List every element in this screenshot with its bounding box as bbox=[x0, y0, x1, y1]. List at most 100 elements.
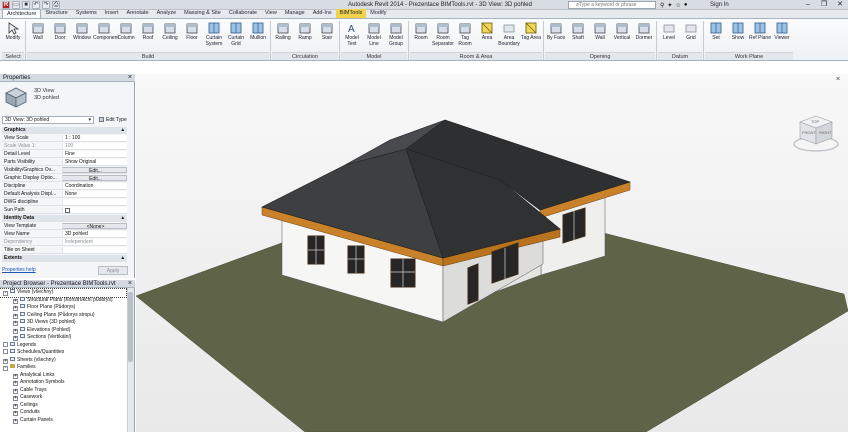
browser-item[interactable]: + Elevations (Pohled) bbox=[0, 326, 126, 335]
property-value[interactable]: Coordination bbox=[62, 183, 127, 190]
browser-scrollbar-thumb[interactable] bbox=[128, 292, 133, 362]
viewcube-front[interactable]: FRONT bbox=[802, 130, 816, 135]
expand-icon[interactable] bbox=[3, 341, 8, 347]
opening-by-face-button[interactable]: By Face bbox=[545, 21, 567, 42]
browser-item[interactable]: - Views (všechny) bbox=[0, 288, 127, 298]
build-wall-button[interactable]: Wall bbox=[27, 21, 49, 42]
build-ceiling-button[interactable]: Ceiling bbox=[159, 21, 181, 42]
expand-icon[interactable]: + bbox=[13, 388, 18, 394]
binoculars-icon[interactable]: ⚲ bbox=[660, 2, 664, 9]
build-window-button[interactable]: Window bbox=[71, 21, 93, 42]
browser-item[interactable]: + Structural Plans (Konstrukční půdorys) bbox=[0, 296, 126, 305]
expand-icon[interactable]: + bbox=[13, 313, 18, 319]
minimize-icon[interactable]: – bbox=[800, 0, 816, 10]
expand-icon[interactable]: - bbox=[3, 291, 8, 296]
save-icon[interactable]: ■ bbox=[22, 1, 30, 9]
browser-item[interactable]: + Annotation Symbols bbox=[0, 379, 126, 387]
browser-item[interactable]: + Conduits bbox=[0, 409, 126, 417]
property-value[interactable] bbox=[62, 247, 127, 254]
property-value[interactable]: Fine bbox=[62, 151, 127, 158]
build-column-button[interactable]: Column bbox=[115, 21, 137, 42]
type-selector[interactable]: 3D View: 3D pohled ▾ bbox=[2, 116, 94, 124]
expand-icon[interactable]: + bbox=[13, 336, 18, 341]
sign-in-button[interactable]: Sign In bbox=[710, 1, 729, 9]
print-icon[interactable]: ⎙ bbox=[52, 1, 60, 9]
tab-massing-site[interactable]: Massing & Site bbox=[180, 9, 225, 18]
browser-item[interactable]: + Ceilings bbox=[0, 402, 126, 410]
tab-architecture[interactable]: Architecture bbox=[2, 9, 42, 18]
browser-item[interactable]: +3D Views (3D pohled) bbox=[0, 319, 126, 327]
property-value[interactable] bbox=[62, 199, 127, 206]
property-value[interactable]: 3D pohled bbox=[62, 231, 127, 238]
tab-annotate[interactable]: Annotate bbox=[123, 9, 153, 18]
tab-structure[interactable]: Structure bbox=[41, 9, 71, 18]
property-value[interactable]: 1 : 100 bbox=[62, 135, 127, 142]
expand-icon[interactable]: + bbox=[13, 373, 18, 379]
build-component-button[interactable]: Component bbox=[93, 21, 119, 42]
collapse-icon[interactable]: ▴ bbox=[121, 127, 124, 133]
properties-help-link[interactable]: Properties help bbox=[2, 267, 36, 274]
expand-icon[interactable]: + bbox=[13, 396, 18, 401]
browser-item[interactable]: Schedules/Quantities bbox=[0, 349, 126, 357]
modify-button[interactable]: Modify bbox=[2, 21, 24, 42]
circulation-ramp-button[interactable]: Ramp bbox=[294, 21, 316, 42]
undo-icon[interactable]: ↶ bbox=[32, 1, 40, 9]
opening-shaft-button[interactable]: Shaft bbox=[567, 21, 589, 42]
tab-bimtools[interactable]: BIMTools bbox=[335, 9, 367, 18]
circulation-railing-button[interactable]: Railing bbox=[272, 21, 294, 42]
browser-item[interactable]: + Curtain Panels bbox=[0, 417, 126, 425]
star-icon[interactable]: ☆ bbox=[675, 2, 680, 9]
room-tag-area-button[interactable]: Tag Area bbox=[520, 21, 542, 42]
expand-icon[interactable]: + bbox=[13, 403, 18, 409]
workplane-show-button[interactable]: Show bbox=[727, 21, 749, 42]
browser-item[interactable]: + Casework bbox=[0, 394, 126, 402]
expand-icon[interactable]: + bbox=[13, 418, 18, 424]
collapse-icon[interactable]: ▴ bbox=[121, 255, 124, 261]
revit-logo-icon[interactable]: R bbox=[2, 1, 10, 9]
browser-item[interactable]: + Sections (Vertikální) bbox=[0, 334, 126, 342]
model-model-text-button[interactable]: A Model Text bbox=[341, 21, 363, 47]
tab-add-ins[interactable]: Add-Ins bbox=[309, 9, 336, 18]
property-edit-button[interactable]: <None> bbox=[62, 223, 127, 230]
expand-icon[interactable]: + bbox=[13, 411, 18, 416]
workplane-set-button[interactable]: Set bbox=[705, 21, 727, 42]
build-mullion-button[interactable]: Mullion bbox=[247, 21, 269, 42]
subscription-icon[interactable]: ✦ bbox=[667, 2, 672, 9]
datum-grid-button[interactable]: Grid bbox=[680, 21, 702, 42]
browser-item[interactable]: - Families bbox=[0, 364, 126, 372]
room-room-separator-button[interactable]: Room Separator bbox=[432, 21, 454, 47]
browser-item[interactable]: + Analytical Links bbox=[0, 372, 126, 380]
restore-icon[interactable]: ❐ bbox=[816, 0, 832, 10]
model-model-group-button[interactable]: Model Group bbox=[385, 21, 407, 47]
tab-modify[interactable]: Modify bbox=[366, 9, 390, 18]
sun-path-checkbox[interactable] bbox=[65, 208, 70, 213]
expand-icon[interactable]: - bbox=[3, 366, 8, 371]
browser-item[interactable]: + Ceiling Plans (Půdorys stropu) bbox=[0, 311, 126, 320]
close-icon[interactable]: × bbox=[128, 280, 132, 288]
expand-icon[interactable]: + bbox=[13, 298, 18, 304]
workplane-viewer-button[interactable]: Viewer bbox=[771, 21, 793, 42]
property-edit-button[interactable]: Edit... bbox=[62, 175, 127, 182]
tab-manage[interactable]: Manage bbox=[281, 9, 309, 18]
viewcube-top[interactable]: TOP bbox=[811, 119, 819, 124]
open-icon[interactable]: ▭ bbox=[12, 1, 20, 9]
build-curtain-system-button[interactable]: Curtain System bbox=[203, 21, 225, 47]
close-icon[interactable]: × bbox=[128, 74, 132, 82]
property-value[interactable] bbox=[62, 207, 127, 214]
opening-dormer-button[interactable]: Dormer bbox=[633, 21, 655, 42]
room-area-boundary-button[interactable]: Area Boundary bbox=[498, 21, 520, 47]
tab-collaborate[interactable]: Collaborate bbox=[225, 9, 261, 18]
model-model-line-button[interactable]: Model Line bbox=[363, 21, 385, 47]
room-area-button[interactable]: Area bbox=[476, 21, 498, 42]
build-roof-button[interactable]: Roof bbox=[137, 21, 159, 42]
property-edit-button[interactable]: Edit... bbox=[62, 167, 127, 174]
room-room-button[interactable]: Room bbox=[410, 21, 432, 42]
expand-icon[interactable]: + bbox=[3, 358, 8, 364]
tab-view[interactable]: View bbox=[261, 9, 281, 18]
tab-analyze[interactable]: Analyze bbox=[153, 9, 181, 18]
edit-type-button[interactable]: Edit Type bbox=[98, 116, 130, 124]
build-floor-button[interactable]: Floor bbox=[181, 21, 203, 42]
drawing-area[interactable]: FRONT RIGHT TOP bbox=[135, 74, 848, 433]
tab-systems[interactable]: Systems bbox=[72, 9, 101, 18]
room-tag-room-button[interactable]: Tag Room bbox=[454, 21, 476, 47]
